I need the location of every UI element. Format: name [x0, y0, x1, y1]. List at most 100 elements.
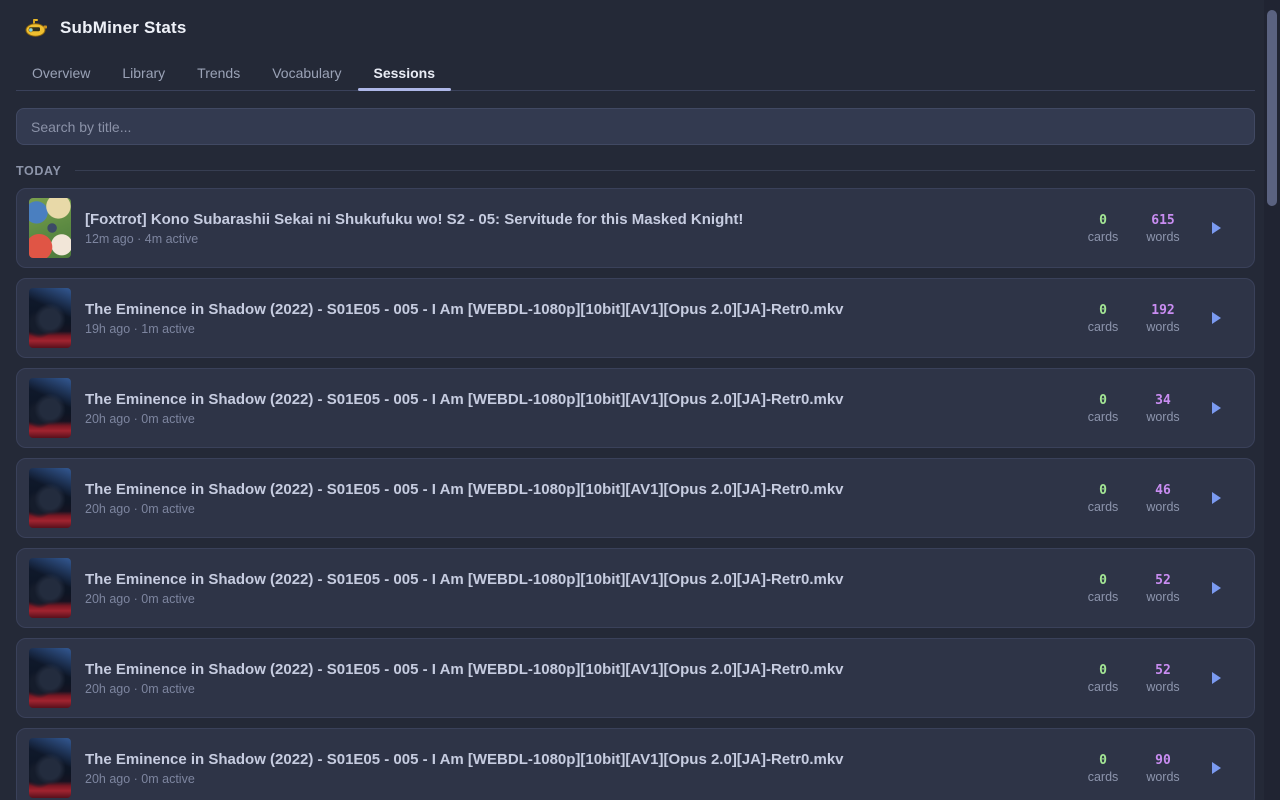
tab-label: Sessions	[374, 65, 435, 81]
words-label: words	[1138, 320, 1188, 334]
tab-label: Overview	[32, 65, 90, 81]
search-bar	[16, 108, 1255, 145]
play-button[interactable]	[1206, 488, 1226, 508]
words-label: words	[1138, 770, 1188, 784]
session-stats: 0 cards 90 words	[1078, 753, 1226, 784]
cards-count: 0	[1078, 573, 1128, 588]
yellow-submarine-icon	[24, 18, 48, 38]
cards-label: cards	[1078, 680, 1128, 694]
cards-label: cards	[1078, 230, 1128, 244]
tab-sessions[interactable]: Sessions	[358, 55, 451, 90]
session-title: [Foxtrot] Kono Subarashii Sekai ni Shuku…	[85, 210, 1064, 229]
section-label: TODAY	[16, 164, 61, 178]
words-stat: 615 words	[1138, 213, 1188, 244]
words-count: 615	[1138, 213, 1188, 228]
app-header: SubMiner Stats	[16, 15, 1255, 41]
page-title: SubMiner Stats	[60, 18, 187, 38]
words-label: words	[1138, 590, 1188, 604]
words-count: 34	[1138, 393, 1188, 408]
words-label: words	[1138, 230, 1188, 244]
play-button[interactable]	[1206, 758, 1226, 778]
play-button[interactable]	[1206, 218, 1226, 238]
session-info: [Foxtrot] Kono Subarashii Sekai ni Shuku…	[85, 210, 1064, 246]
words-stat: 52 words	[1138, 573, 1188, 604]
cards-stat: 0 cards	[1078, 573, 1128, 604]
cards-label: cards	[1078, 770, 1128, 784]
play-button[interactable]	[1206, 668, 1226, 688]
play-icon	[1212, 312, 1221, 324]
search-input[interactable]	[16, 108, 1255, 145]
cards-count: 0	[1078, 393, 1128, 408]
session-title: The Eminence in Shadow (2022) - S01E05 -…	[85, 750, 1064, 769]
cards-stat: 0 cards	[1078, 303, 1128, 334]
session-thumbnail	[29, 378, 71, 438]
session-stats: 0 cards 192 words	[1078, 303, 1226, 334]
session-title: The Eminence in Shadow (2022) - S01E05 -…	[85, 300, 1064, 319]
tab-label: Trends	[197, 65, 240, 81]
session-title: The Eminence in Shadow (2022) - S01E05 -…	[85, 390, 1064, 409]
cards-stat: 0 cards	[1078, 663, 1128, 694]
cards-stat: 0 cards	[1078, 483, 1128, 514]
session-stats: 0 cards 34 words	[1078, 393, 1226, 424]
session-info: The Eminence in Shadow (2022) - S01E05 -…	[85, 570, 1064, 606]
words-count: 90	[1138, 753, 1188, 768]
words-count: 192	[1138, 303, 1188, 318]
section-header-today: TODAY	[16, 163, 1255, 178]
cards-label: cards	[1078, 320, 1128, 334]
words-stat: 90 words	[1138, 753, 1188, 784]
scrollbar[interactable]	[1264, 0, 1280, 800]
play-icon	[1212, 762, 1221, 774]
words-count: 52	[1138, 663, 1188, 678]
play-button[interactable]	[1206, 398, 1226, 418]
session-info: The Eminence in Shadow (2022) - S01E05 -…	[85, 390, 1064, 426]
play-button[interactable]	[1206, 308, 1226, 328]
session-stats: 0 cards 52 words	[1078, 663, 1226, 694]
session-card[interactable]: The Eminence in Shadow (2022) - S01E05 -…	[16, 368, 1255, 448]
session-thumbnail	[29, 468, 71, 528]
session-thumbnail	[29, 198, 71, 258]
tab-bar: Overview Library Trends Vocabulary Sessi…	[16, 55, 1255, 91]
tab-label: Vocabulary	[272, 65, 341, 81]
words-stat: 192 words	[1138, 303, 1188, 334]
cards-stat: 0 cards	[1078, 213, 1128, 244]
tab-trends[interactable]: Trends	[181, 55, 256, 90]
section-divider	[75, 170, 1255, 171]
cards-stat: 0 cards	[1078, 753, 1128, 784]
words-stat: 46 words	[1138, 483, 1188, 514]
session-card[interactable]: The Eminence in Shadow (2022) - S01E05 -…	[16, 278, 1255, 358]
words-label: words	[1138, 500, 1188, 514]
cards-label: cards	[1078, 500, 1128, 514]
session-thumbnail	[29, 648, 71, 708]
words-stat: 52 words	[1138, 663, 1188, 694]
session-title: The Eminence in Shadow (2022) - S01E05 -…	[85, 480, 1064, 499]
session-thumbnail	[29, 738, 71, 798]
session-meta: 20h ago · 0m active	[85, 592, 1064, 606]
session-card[interactable]: The Eminence in Shadow (2022) - S01E05 -…	[16, 638, 1255, 718]
session-info: The Eminence in Shadow (2022) - S01E05 -…	[85, 750, 1064, 786]
app-container: SubMiner Stats Overview Library Trends V…	[16, 0, 1255, 800]
cards-count: 0	[1078, 213, 1128, 228]
play-icon	[1212, 492, 1221, 504]
play-icon	[1212, 582, 1221, 594]
session-card[interactable]: The Eminence in Shadow (2022) - S01E05 -…	[16, 548, 1255, 628]
session-meta: 20h ago · 0m active	[85, 682, 1064, 696]
session-info: The Eminence in Shadow (2022) - S01E05 -…	[85, 480, 1064, 516]
session-stats: 0 cards 46 words	[1078, 483, 1226, 514]
tab-vocabulary[interactable]: Vocabulary	[256, 55, 357, 90]
play-icon	[1212, 672, 1221, 684]
session-title: The Eminence in Shadow (2022) - S01E05 -…	[85, 660, 1064, 679]
play-icon	[1212, 222, 1221, 234]
tab-label: Library	[122, 65, 165, 81]
cards-count: 0	[1078, 483, 1128, 498]
session-stats: 0 cards 615 words	[1078, 213, 1226, 244]
session-meta: 20h ago · 0m active	[85, 412, 1064, 426]
cards-count: 0	[1078, 303, 1128, 318]
tab-overview[interactable]: Overview	[16, 55, 106, 90]
tab-library[interactable]: Library	[106, 55, 181, 90]
session-card[interactable]: The Eminence in Shadow (2022) - S01E05 -…	[16, 728, 1255, 800]
session-card[interactable]: [Foxtrot] Kono Subarashii Sekai ni Shuku…	[16, 188, 1255, 268]
session-stats: 0 cards 52 words	[1078, 573, 1226, 604]
session-card[interactable]: The Eminence in Shadow (2022) - S01E05 -…	[16, 458, 1255, 538]
scrollbar-thumb[interactable]	[1267, 10, 1277, 206]
play-button[interactable]	[1206, 578, 1226, 598]
